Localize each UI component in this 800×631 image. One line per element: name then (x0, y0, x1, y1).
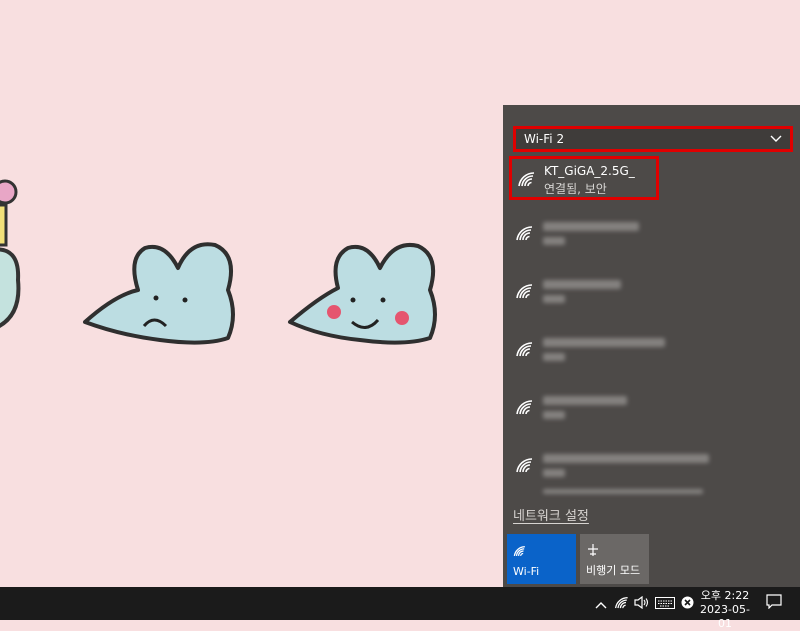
wifi-icon (515, 457, 535, 477)
happy-mouse (288, 243, 437, 345)
wifi-icon (517, 171, 537, 191)
speaker-icon (634, 594, 650, 613)
clock-period: 오후 (700, 589, 722, 602)
keyboard-tray-button[interactable] (653, 587, 677, 620)
chevron-up-icon (595, 594, 607, 613)
network-settings-link[interactable]: 네트워크 설정 (513, 505, 589, 524)
taskbar-clock[interactable]: 오후 2:22 2023-05-01 (694, 589, 756, 631)
adapter-label: Wi-Fi 2 (524, 132, 565, 146)
adapter-dropdown[interactable]: Wi-Fi 2 (513, 126, 793, 152)
close-circle-icon (681, 594, 694, 613)
network-status-redacted (543, 469, 565, 477)
airplane-mode-label: 비행기 모드 (586, 564, 641, 577)
wallpaper-illustration (0, 179, 437, 345)
wifi-icon (614, 594, 630, 613)
airplane-mode-toggle[interactable]: 비행기 모드 (580, 534, 649, 584)
wifi-icon (515, 399, 535, 419)
wifi-toggle[interactable]: Wi-Fi (507, 534, 576, 584)
wifi-icon (513, 542, 527, 561)
network-item[interactable] (509, 215, 793, 257)
action-center-button[interactable] (760, 587, 788, 620)
clock-date: 2023-05-01 (700, 603, 750, 630)
partial-character (0, 179, 21, 328)
network-name-redacted (543, 338, 665, 347)
network-status-redacted (543, 295, 565, 303)
network-status-redacted (543, 411, 565, 419)
wifi-icon (515, 283, 535, 303)
chevron-down-icon (770, 132, 782, 146)
network-item-partial (543, 489, 703, 494)
taskbar: 오후 2:22 2023-05-01 (0, 587, 800, 630)
wifi-icon (515, 225, 535, 245)
network-status: 연결됨, 보안 (544, 182, 607, 196)
notification-icon (766, 594, 782, 613)
network-flyout: Wi-Fi 2 KT_GiGA_2.5G_ 연결됨, 보안 네트워크 설정 Wi… (503, 105, 800, 587)
network-item[interactable] (509, 273, 793, 315)
network-name-redacted (543, 280, 621, 289)
network-item[interactable] (509, 447, 793, 489)
network-name-redacted (543, 454, 709, 463)
wifi-icon (515, 341, 535, 361)
wifi-toggle-label: Wi-Fi (513, 565, 540, 578)
airplane-icon (586, 542, 600, 561)
sad-mouse (83, 242, 235, 345)
show-hidden-icons-button[interactable] (592, 587, 610, 620)
network-tray-button[interactable] (612, 587, 632, 620)
network-status-redacted (543, 237, 565, 245)
network-status-redacted (543, 353, 565, 361)
clock-time: 2:22 (724, 589, 750, 602)
network-item-connected[interactable]: KT_GiGA_2.5G_ 연결됨, 보안 (509, 156, 659, 200)
keyboard-icon (655, 594, 675, 613)
network-name-redacted (543, 396, 627, 405)
network-name: KT_GiGA_2.5G_ (544, 164, 635, 178)
network-item[interactable] (509, 331, 793, 373)
network-name-redacted (543, 222, 639, 231)
volume-tray-button[interactable] (632, 587, 652, 620)
network-item[interactable] (509, 389, 793, 431)
